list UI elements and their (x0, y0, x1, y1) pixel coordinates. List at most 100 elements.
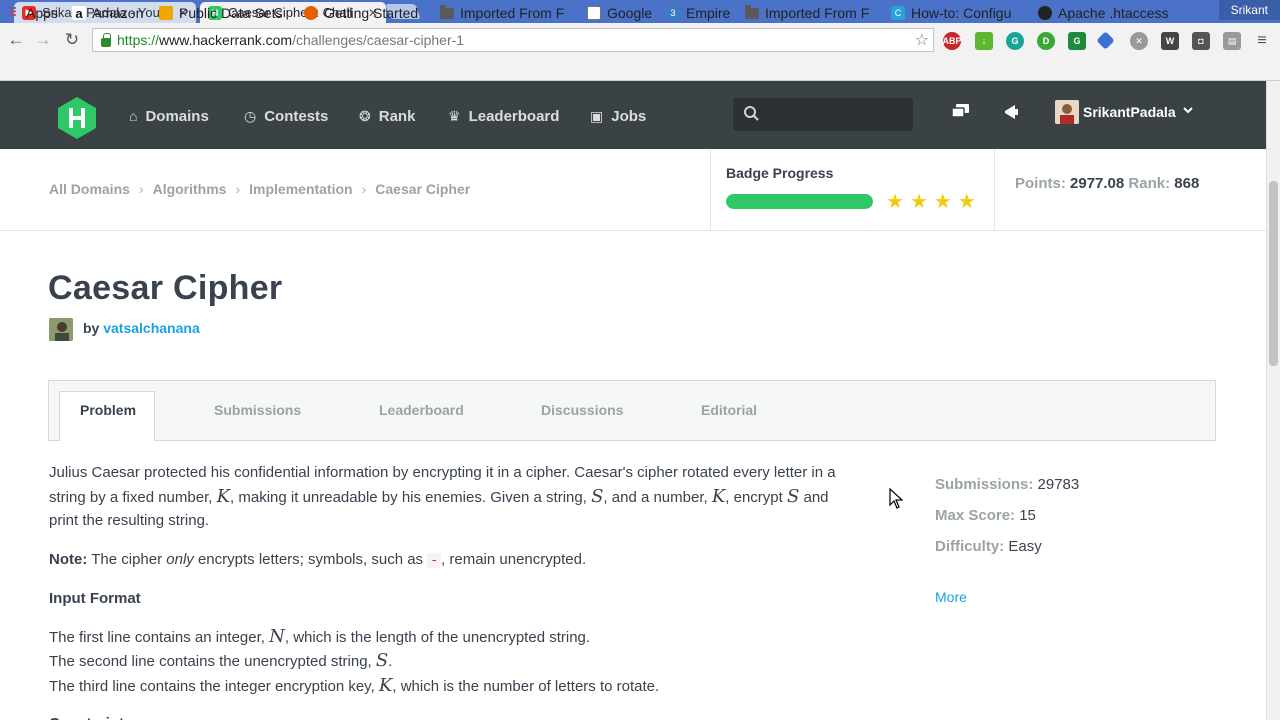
trophy-icon: ♛ (448, 107, 461, 124)
bookmarks-bar (0, 56, 1280, 81)
input-format-line: The third line contains the integer encr… (49, 674, 849, 699)
text: The second line contains the unencrypted… (49, 653, 376, 670)
badge-stars: ★ ★ ★ ★ (886, 189, 982, 214)
folder-icon (440, 4, 454, 19)
download-arrow-icon[interactable]: ↓ (975, 32, 993, 50)
address-bar[interactable]: https://www.hackerrank.com/challenges/ca… (92, 28, 934, 52)
bookmark-public-data-sets[interactable]: Public Data Sets (159, 3, 283, 23)
forward-arrow-icon[interactable]: → (32, 29, 54, 51)
scrollbar-thumb[interactable] (1269, 181, 1278, 366)
bookmark-imported-2[interactable]: Imported From F (745, 3, 869, 23)
text: . (388, 653, 393, 670)
stat-difficulty: Difficulty: Easy (935, 538, 1042, 555)
tab-discussions[interactable]: Discussions (541, 402, 623, 418)
screen: ▶ Srikant Padala - You ✕ H Caesar Cipher… (0, 0, 1280, 720)
messages-icon[interactable] (951, 103, 971, 126)
lock-icon (101, 32, 111, 47)
bookmark-label: Apache .htaccess (1058, 5, 1169, 21)
extension-camera-icon[interactable]: ◘ (1192, 32, 1210, 50)
chevron-down-icon[interactable] (1182, 104, 1194, 119)
nav-domains[interactable]: ⌂ Domains (129, 106, 209, 126)
wikipedia-icon[interactable]: W (1161, 32, 1179, 50)
math-var-k: K (711, 485, 726, 507)
search-input[interactable] (765, 104, 905, 124)
star-icon: ★ (957, 191, 976, 213)
by-label: by (83, 320, 100, 336)
text: , encrypt (725, 488, 787, 506)
input-format-heading: Input Format (49, 590, 141, 607)
badge-progress-bar (726, 194, 873, 209)
tab-problem[interactable]: Problem (80, 402, 136, 418)
author-line: by vatsalchanana (83, 320, 200, 336)
note-label: Note: (49, 550, 88, 568)
text: encrypts letters; symbols, such as (193, 550, 428, 568)
chevron-right-icon: › (138, 181, 144, 197)
math-var-s: S (591, 485, 604, 507)
math-var-n: N (269, 625, 285, 647)
nav-jobs[interactable]: ▣ Jobs (590, 106, 646, 126)
bookmark-label: Amazon (92, 5, 144, 21)
bookmark-label: Imported From F (765, 5, 870, 21)
problem-statement: Julius Caesar protected his confidential… (49, 461, 849, 720)
extension-g-icon[interactable]: G (1068, 32, 1086, 50)
bookmark-howto[interactable]: C How-to: Configu (891, 3, 1011, 23)
folder-icon (745, 4, 759, 19)
author-avatar[interactable] (49, 318, 73, 341)
text: , which is the number of letters to rota… (392, 677, 660, 695)
points-rank: Points: 2977.08 Rank: 868 (1015, 175, 1199, 192)
username[interactable]: SrikantPadala (1083, 104, 1176, 120)
page-scrollbar[interactable] (1266, 81, 1280, 720)
chevron-right-icon: › (235, 181, 241, 197)
bookmark-google[interactable]: Google (587, 3, 652, 23)
hackerrank-logo-icon[interactable] (56, 96, 98, 140)
bookmark-label: Public Data Sets (179, 5, 283, 21)
home-icon: ⌂ (129, 108, 138, 124)
text: , which is the length of the unencrypted… (284, 628, 591, 646)
extension-x-icon[interactable]: ✕ (1130, 32, 1148, 50)
nav-rank[interactable]: ❂ Rank (359, 106, 415, 126)
tab-leaderboard[interactable]: Leaderboard (379, 402, 464, 418)
breadcrumb-all-domains[interactable]: All Domains (49, 181, 130, 197)
reload-icon[interactable]: ↻ (61, 29, 83, 51)
rank-value: 868 (1174, 175, 1200, 192)
stat-submissions: Submissions: 29783 (935, 476, 1079, 493)
stat-value: 29783 (1037, 476, 1080, 493)
author-link[interactable]: vatsalchanana (103, 320, 200, 336)
breadcrumb-algorithms[interactable]: Algorithms (153, 181, 227, 197)
nav-label: Domains (145, 107, 209, 125)
badge-progress-fill (726, 194, 873, 209)
bookmark-apache[interactable]: Apache .htaccess (1038, 3, 1169, 23)
user-avatar[interactable] (1055, 100, 1079, 124)
tab-submissions[interactable]: Submissions (214, 402, 301, 418)
bookmark-apps[interactable]: ⠿ Apps (6, 3, 58, 23)
tab-editorial[interactable]: Editorial (701, 402, 757, 418)
notifications-icon[interactable] (1003, 103, 1021, 126)
chevron-right-icon: › (361, 181, 367, 197)
back-arrow-icon[interactable]: ← (5, 29, 27, 51)
adblock-icon[interactable]: ABP (943, 32, 962, 50)
points-label: Points: (1015, 175, 1066, 192)
more-link[interactable]: More (935, 589, 967, 605)
text: The first line contains an integer, (49, 628, 270, 646)
nav-contests[interactable]: ◷ Contests (244, 106, 328, 126)
bookmark-getting-started[interactable]: Getting Started (304, 3, 418, 23)
url-host: www.hackerrank.com (159, 32, 293, 48)
bookmark-empire[interactable]: 3 Empire (666, 3, 730, 23)
search-box[interactable] (733, 98, 913, 131)
bookmark-label: Imported From F (460, 5, 565, 21)
nav-label: Leaderboard (468, 107, 560, 125)
bookmark-label: Apps (26, 5, 58, 21)
menu-icon[interactable]: ≡ (1253, 32, 1271, 50)
grammarly-icon[interactable]: G (1006, 32, 1024, 50)
window-profile-name[interactable]: Srikant (1218, 0, 1280, 20)
bookmark-amazon[interactable]: a Amazon (72, 3, 143, 23)
firefox-icon (304, 6, 318, 20)
bookmark-star-icon[interactable]: ☆ (915, 30, 929, 50)
nav-leaderboard[interactable]: ♛ Leaderboard (448, 106, 559, 126)
extension-d-icon[interactable]: D (1037, 32, 1055, 50)
extension-page-icon[interactable]: ▤ (1223, 32, 1241, 50)
bookmark-label: Getting Started (324, 5, 419, 21)
breadcrumb-implementation[interactable]: Implementation (249, 181, 352, 197)
empire-icon: 3 (666, 6, 680, 20)
bookmark-imported-1[interactable]: Imported From F (440, 3, 564, 23)
